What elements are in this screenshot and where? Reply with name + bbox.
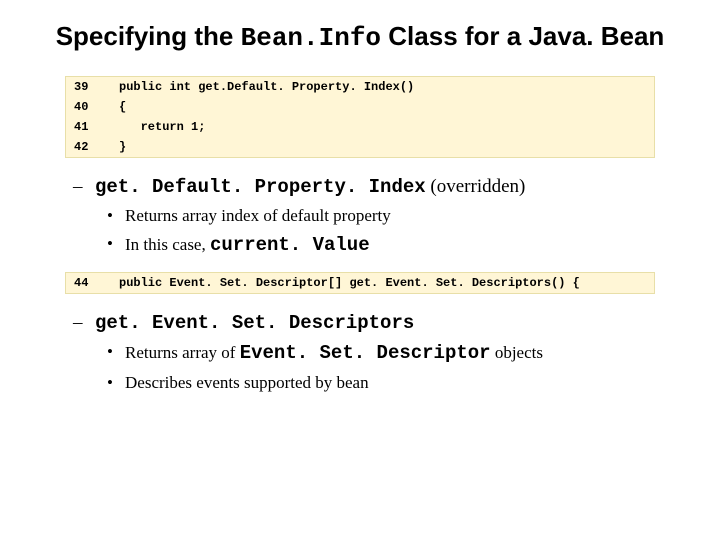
code-text: } <box>119 137 655 158</box>
heading-suffix: (overridden) <box>426 176 526 197</box>
code-text: return 1; <box>119 117 655 137</box>
dot-item: In this case, current. Value <box>125 232 680 259</box>
method-name: get. Default. Property. Index <box>95 176 426 198</box>
outline-section-2: get. Event. Set. Descriptors Returns arr… <box>40 312 680 394</box>
sub-list: Returns array index of default property … <box>95 204 680 258</box>
code-text: { <box>119 97 655 117</box>
dot-item: Returns array index of default property <box>125 204 680 228</box>
sub-list: Returns array of Event. Set. Descriptor … <box>95 340 680 394</box>
bullet-text: objects <box>491 343 543 362</box>
dot-item: Returns array of Event. Set. Descriptor … <box>125 340 680 367</box>
code-block-1: 39public int get.Default. Property. Inde… <box>65 76 655 158</box>
method-name: get. Event. Set. Descriptors <box>95 312 414 334</box>
dot-item: Describes events supported by bean <box>125 371 680 395</box>
line-number: 39 <box>66 76 120 97</box>
dash-item: get. Default. Property. Index (overridde… <box>95 176 680 258</box>
bullet-mono: current. Value <box>210 234 370 256</box>
bullet-text: Describes events supported by bean <box>125 373 369 392</box>
code-text: public int get.Default. Property. Index(… <box>119 76 655 97</box>
line-number: 42 <box>66 137 120 158</box>
code-row: 39public int get.Default. Property. Inde… <box>66 76 655 97</box>
outline-section-1: get. Default. Property. Index (overridde… <box>40 176 680 258</box>
title-mono: Bean.Info <box>241 23 381 53</box>
code-text: public Event. Set. Descriptor[] get. Eve… <box>119 273 655 294</box>
bullet-text: Returns array index of default property <box>125 206 391 225</box>
line-number: 44 <box>66 273 120 294</box>
title-pre: Specifying the <box>56 21 241 51</box>
code-block-2: 44public Event. Set. Descriptor[] get. E… <box>65 272 655 294</box>
bullet-mono: Event. Set. Descriptor <box>240 342 491 364</box>
slide-title: Specifying the Bean.Info Class for a Jav… <box>40 20 680 56</box>
title-post: Class for a Java. Bean <box>381 21 664 51</box>
bullet-text: In this case, <box>125 235 210 254</box>
code-row: 44public Event. Set. Descriptor[] get. E… <box>66 273 655 294</box>
line-number: 40 <box>66 97 120 117</box>
dash-item: get. Event. Set. Descriptors Returns arr… <box>95 312 680 394</box>
code-row: 40{ <box>66 97 655 117</box>
code-row: 41 return 1; <box>66 117 655 137</box>
line-number: 41 <box>66 117 120 137</box>
bullet-text: Returns array of <box>125 343 240 362</box>
code-row: 42} <box>66 137 655 158</box>
